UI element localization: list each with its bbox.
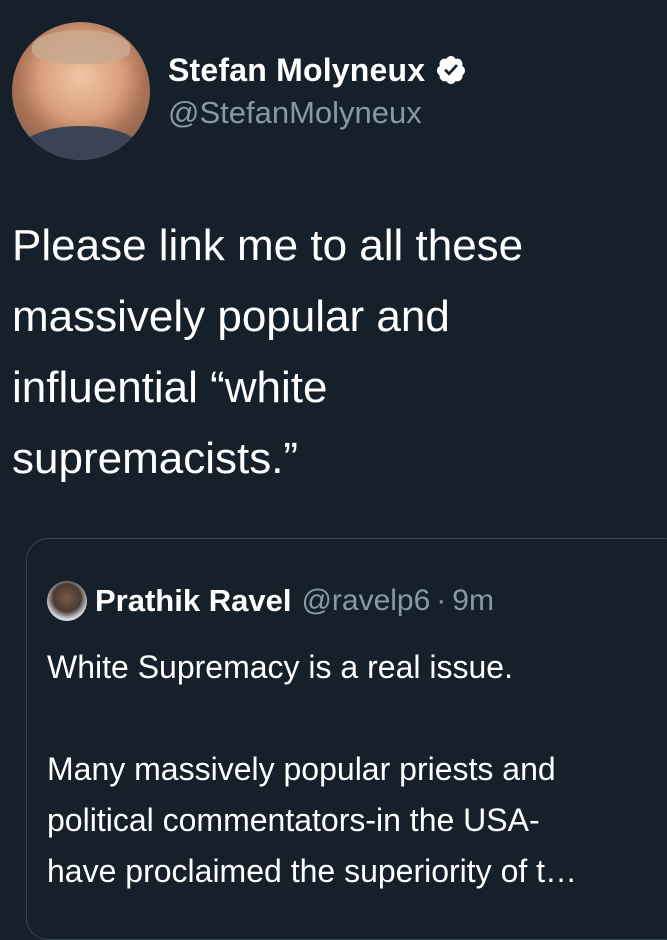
tweet-author[interactable]: Stefan Molyneux @StefanMolyneux — [12, 22, 467, 160]
verified-badge-icon — [437, 56, 466, 84]
display-name-row: Stefan Molyneux — [168, 52, 467, 89]
quoted-timestamp[interactable]: 9m — [452, 584, 494, 618]
avatar-hair — [32, 30, 130, 64]
author-handle[interactable]: @StefanMolyneux — [168, 95, 467, 131]
tweet-screen: { "tweet": { "author": { "display_name":… — [0, 0, 667, 940]
quoted-author-avatar[interactable] — [47, 581, 87, 621]
quoted-dot-separator: · — [436, 584, 447, 617]
tweet-text: Please link me to all these massively po… — [12, 221, 524, 483]
author-display-name[interactable]: Stefan Molyneux — [168, 52, 425, 89]
quoted-tweet-card[interactable]: Prathik Ravel @ravelp6 · 9m White Suprem… — [26, 538, 667, 940]
author-avatar[interactable] — [12, 22, 150, 160]
author-names: Stefan Molyneux @StefanMolyneux — [168, 52, 467, 131]
quoted-author-handle[interactable]: @ravelp6 — [301, 584, 430, 618]
quoted-tweet-header: Prathik Ravel @ravelp6 · 9m — [47, 581, 494, 621]
avatar-shirt — [22, 126, 140, 160]
quoted-tweet-text: White Supremacy is a real issue. Many ma… — [47, 649, 578, 889]
quoted-author-display-name[interactable]: Prathik Ravel — [95, 583, 291, 619]
